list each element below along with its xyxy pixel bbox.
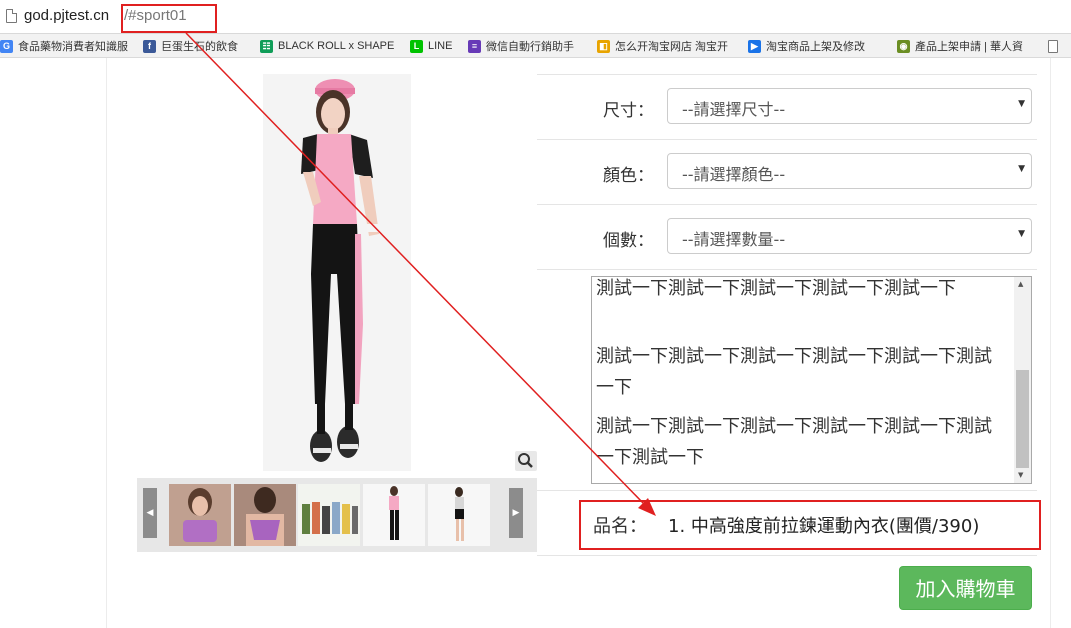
sheets-icon: ☷ (260, 39, 273, 53)
product-name-highlight-box (579, 500, 1041, 550)
bookmark-label: 微信自動行銷助手 (486, 41, 574, 53)
dropdown-caret-icon: ▼ (1018, 99, 1025, 109)
url-domain: god.pjtest.cn (24, 7, 110, 24)
scrollbar-thumb[interactable] (1016, 370, 1029, 468)
dropdown-caret-icon: ▼ (1018, 229, 1025, 239)
scroll-down-arrow-icon[interactable]: ▼ (1018, 471, 1023, 479)
row-divider (537, 269, 1037, 270)
dropdown-caret-icon: ▼ (1018, 164, 1025, 174)
row-divider (537, 555, 1037, 556)
zoom-button[interactable] (515, 451, 537, 471)
bookmark-label: BLACK ROLL x SHAPE (278, 40, 395, 52)
bookmark-label: LINE (428, 40, 453, 52)
thumbnail-5[interactable] (428, 484, 490, 546)
color-select[interactable]: --請選擇顏色-- ▼ (667, 153, 1032, 189)
bookmark-item[interactable] (1048, 37, 1068, 55)
bookmark-label: 產品上架申請 | 華人資 (915, 41, 1023, 53)
thumbnail-carousel: ◀ ▶ (137, 478, 537, 552)
quantity-select[interactable]: --請選擇數量-- ▼ (667, 218, 1032, 254)
thumbnail-5-image (428, 484, 490, 546)
thumbnail-2-image (234, 484, 296, 546)
thumbnail-2[interactable] (234, 484, 296, 546)
line-icon: L (410, 39, 423, 53)
thumbnail-3[interactable] (298, 484, 360, 546)
quantity-label: 個數： (603, 231, 654, 251)
bookmark-label: 淘宝商品上架及修改 (766, 41, 865, 53)
color-label: 顏色： (603, 166, 654, 186)
bookmark-item[interactable]: f 巨蛋生石的飲食 (143, 37, 253, 55)
forms-icon: ≡ (468, 39, 481, 53)
size-label: 尺寸： (603, 101, 654, 121)
carousel-prev-button[interactable]: ◀ (143, 488, 157, 538)
scroll-up-arrow-icon[interactable]: ▲ (1018, 280, 1023, 288)
carousel-next-button[interactable]: ▶ (509, 488, 523, 538)
description-line-3: 測試一下測試一下測試一下測試一下測試一下測試一下測試一下 (596, 416, 992, 468)
row-divider (537, 490, 1037, 491)
description-textarea[interactable]: 測試一下測試一下測試一下測試一下測試一下 測試一下測試一下測試一下測試一下測試一… (591, 276, 1032, 484)
bookmark-label: 食品藥物消費者知識服 (18, 41, 128, 53)
thumbnail-3-image (298, 484, 360, 546)
bookmark-item[interactable]: ☷ BLACK ROLL x SHAPE (260, 37, 400, 55)
thumbnail-1-image (169, 484, 231, 546)
model-figure-image (263, 74, 411, 471)
thumbnail-4[interactable] (363, 484, 425, 546)
size-select[interactable]: --請選擇尺寸-- ▼ (667, 88, 1032, 124)
magnifier-icon (518, 453, 533, 468)
bookmark-item[interactable]: ▶ 淘宝商品上架及修改 (748, 37, 888, 55)
bookmark-item[interactable]: ≡ 微信自動行銷助手 (468, 37, 590, 55)
image-icon: ◧ (597, 39, 610, 53)
bookmark-item[interactable]: ◧ 怎么开淘宝网店 淘宝开 (597, 37, 739, 55)
video-icon: ▶ (748, 39, 761, 53)
description-line-2: 測試一下測試一下測試一下測試一下測試一下測試一下 (596, 346, 992, 398)
page-left-border (106, 58, 107, 628)
url-hash-highlight-box (121, 4, 217, 33)
page-icon (6, 9, 17, 23)
bookmark-label: 巨蛋生石的飲食 (161, 41, 238, 53)
size-select-value: --請選擇尺寸-- (682, 100, 786, 119)
row-divider (537, 74, 1037, 75)
row-divider (537, 204, 1037, 205)
page-right-border (1050, 58, 1051, 628)
description-line-1: 測試一下測試一下測試一下測試一下測試一下 (596, 278, 956, 299)
google-icon: G (0, 39, 13, 53)
bookmark-item[interactable]: L LINE (410, 37, 462, 55)
bookmark-item[interactable]: G 食品藥物消費者知識服 (0, 37, 132, 55)
bookmark-item[interactable]: ◉ 產品上架申請 | 華人資 (897, 37, 1042, 55)
quantity-select-value: --請選擇數量-- (682, 230, 786, 249)
bookmarks-bar: G 食品藥物消費者知識服 f 巨蛋生石的飲食 ☷ BLACK ROLL x SHAPE L L… (0, 34, 1071, 58)
thumbnail-4-image (363, 484, 425, 546)
thumbnail-1[interactable] (169, 484, 231, 546)
facebook-icon: f (143, 39, 156, 53)
add-to-cart-button[interactable]: 加入購物車 (899, 566, 1032, 610)
bookmark-label: 怎么开淘宝网店 淘宝开 (615, 41, 729, 53)
globe-icon: ◉ (897, 39, 910, 53)
row-divider (537, 139, 1037, 140)
product-main-image[interactable] (263, 74, 411, 471)
page-icon (1048, 39, 1058, 53)
color-select-value: --請選擇顏色-- (682, 165, 786, 184)
